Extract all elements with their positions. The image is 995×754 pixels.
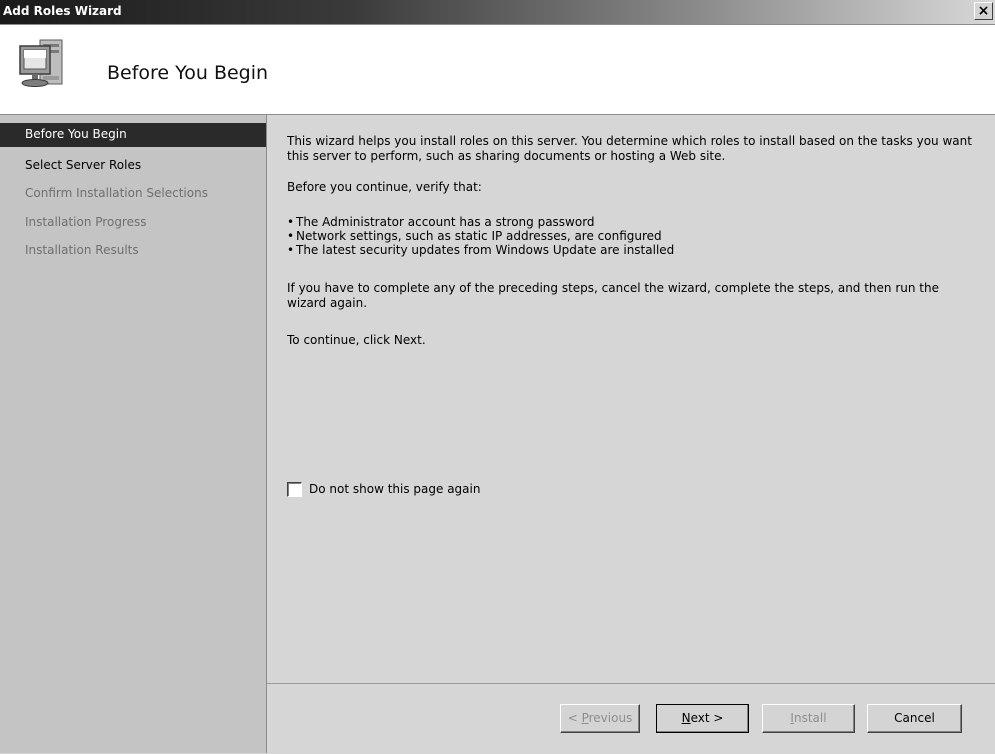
wizard-header: Before You Begin (0, 25, 995, 115)
step-select-server-roles[interactable]: Select Server Roles (0, 154, 266, 178)
list-item: • Network settings, such as static IP add… (287, 229, 662, 243)
page-title: Before You Begin (107, 62, 269, 84)
computer-icon (19, 39, 63, 87)
step-label: Installation Results (25, 243, 139, 257)
cancel-note: If you have to complete any of the prece… (287, 281, 939, 310)
next-button[interactable]: Next > (656, 704, 749, 733)
close-icon: × (977, 3, 990, 19)
step-label: Before You Begin (25, 127, 127, 141)
previous-button: < Previous (560, 704, 640, 733)
do-not-show-again-checkbox[interactable] (287, 482, 302, 497)
wizard-content: This wizard helps you install roles on t… (267, 115, 995, 683)
step-label: Select Server Roles (25, 158, 142, 172)
step-installation-progress: Installation Progress (0, 211, 266, 235)
step-label: Installation Progress (25, 215, 147, 229)
wizard-footer: < Previous Next > Install Cancel (267, 683, 995, 754)
wizard-steps-sidebar: Before You Begin Select Server Roles Con… (0, 115, 267, 753)
close-button[interactable]: × (974, 2, 993, 20)
do-not-show-again-label[interactable]: Do not show this page again (309, 482, 480, 496)
list-item: • The latest security updates from Window… (287, 243, 675, 257)
list-item: • The Administrator account has a strong … (287, 215, 595, 229)
cancel-button[interactable]: Cancel (867, 704, 962, 733)
title-bar[interactable]: Add Roles Wizard × (0, 0, 995, 25)
window-title: Add Roles Wizard (3, 4, 122, 18)
add-roles-wizard-window: Add Roles Wizard × Before You Begin Befo… (0, 0, 995, 754)
continue-note: To continue, click Next. (287, 333, 426, 347)
step-before-you-begin[interactable]: Before You Begin (0, 123, 266, 147)
step-confirm-installation-selections: Confirm Installation Selections (0, 182, 266, 206)
step-installation-results: Installation Results (0, 239, 266, 263)
intro-text: This wizard helps you install roles on t… (287, 134, 972, 163)
step-label: Confirm Installation Selections (25, 186, 208, 200)
install-button: Install (762, 704, 855, 733)
prerequisite-list: • The Administrator account has a strong … (287, 215, 977, 257)
verify-heading: Before you continue, verify that: (287, 180, 482, 194)
